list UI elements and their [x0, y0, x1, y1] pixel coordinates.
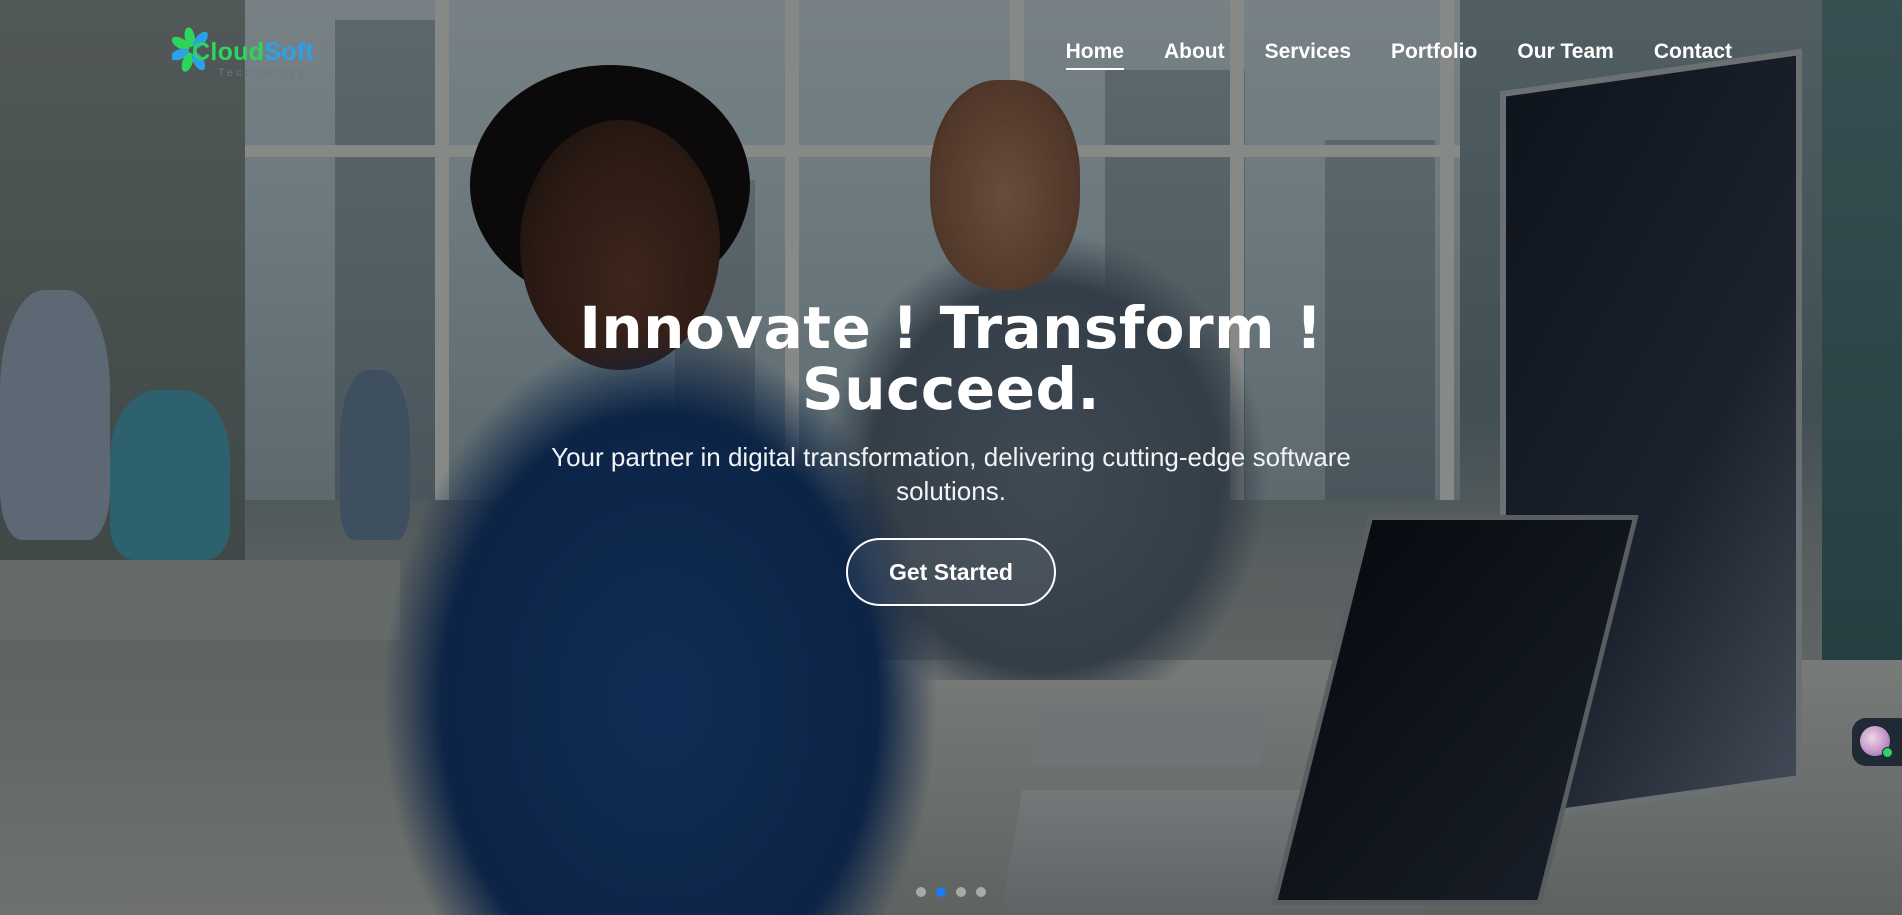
logo-word-soft: Soft — [264, 38, 315, 66]
carousel-dot-3[interactable] — [956, 887, 966, 897]
carousel-dot-4[interactable] — [976, 887, 986, 897]
carousel-dot-1[interactable] — [916, 887, 926, 897]
logo-tagline: Technology — [218, 67, 308, 79]
logo-wordmark: CloudSoft — [192, 38, 314, 67]
hero-subtitle: Your partner in digital transformation, … — [551, 442, 1351, 506]
chat-widget-button[interactable] — [1852, 718, 1902, 766]
hero-title-line-1: Innovate ! Transform ! — [579, 294, 1323, 362]
main-nav: Home About Services Portfolio Our Team C… — [1065, 40, 1732, 70]
nav-item-our-team[interactable]: Our Team — [1517, 40, 1613, 70]
carousel-indicators — [916, 887, 986, 897]
carousel-dot-2[interactable] — [936, 887, 946, 897]
nav-item-services[interactable]: Services — [1265, 40, 1351, 70]
hero-title-line-2: Succeed. — [801, 355, 1101, 423]
hero-content: Innovate ! Transform ! Succeed. Your par… — [0, 298, 1902, 606]
hero-title: Innovate ! Transform ! Succeed. — [501, 298, 1401, 420]
site-header: CloudSoft Technology Home About Services… — [0, 0, 1902, 110]
nav-item-home[interactable]: Home — [1065, 40, 1124, 70]
hero-section: CloudSoft Technology Home About Services… — [0, 0, 1902, 915]
online-status-icon — [1882, 747, 1893, 758]
logo-word-cloud: Cloud — [192, 38, 265, 66]
site-logo[interactable]: CloudSoft Technology — [172, 26, 322, 80]
nav-item-contact[interactable]: Contact — [1654, 40, 1732, 70]
nav-item-portfolio[interactable]: Portfolio — [1391, 40, 1477, 70]
nav-item-about[interactable]: About — [1164, 40, 1225, 70]
get-started-button[interactable]: Get Started — [846, 538, 1056, 606]
